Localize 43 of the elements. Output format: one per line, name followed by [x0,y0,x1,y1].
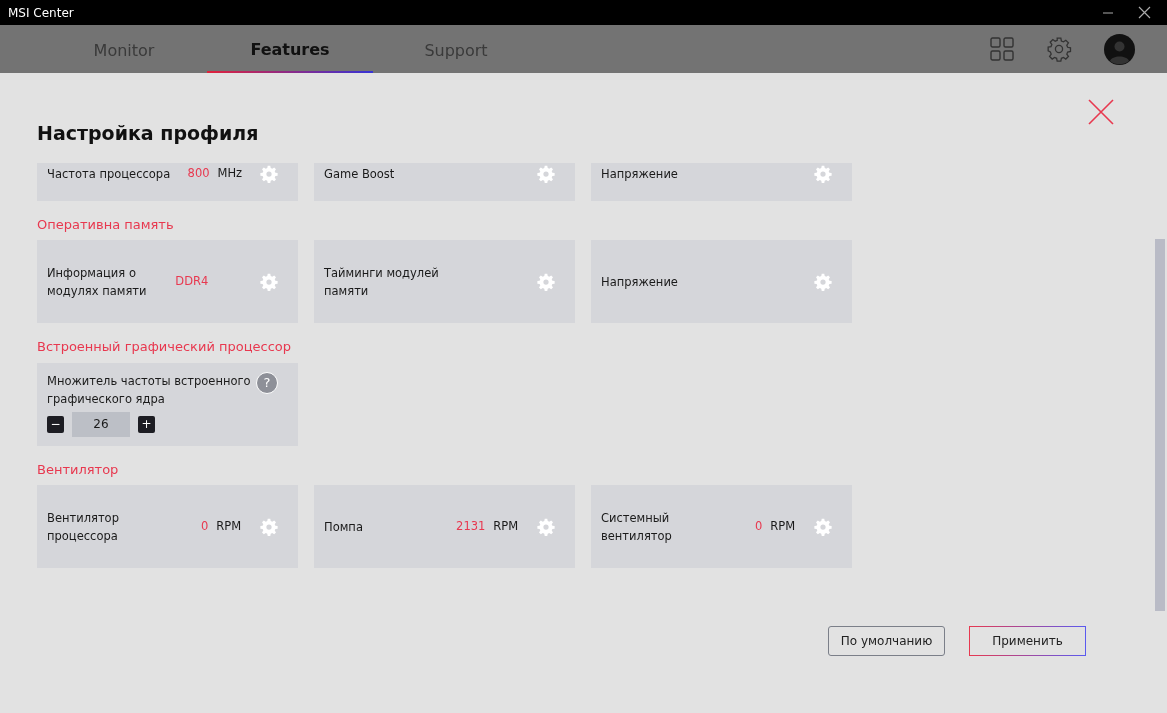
section-heading: Встроенный графический процессор [37,338,293,357]
setting-label: Game Boost [324,165,396,183]
setting-value: DDR4 [174,273,210,291]
window-title: MSI Center [7,4,74,22]
gear-icon[interactable] [814,164,832,183]
gear-icon[interactable] [814,517,832,536]
gear-icon[interactable] [260,272,278,291]
panel-title: Настройка профиля [37,122,259,145]
gear-icon[interactable] [260,517,278,536]
unit-label: MHz [217,164,244,182]
settings-icon[interactable] [1046,36,1072,62]
apply-button[interactable]: Применить [969,626,1086,657]
unit-label: RPM [493,518,520,536]
close-icon[interactable] [1138,6,1151,19]
setting-label: Вентилятор процессора [47,509,120,545]
gear-icon[interactable] [537,272,555,291]
setting-value: 0 [754,518,764,536]
setting-value: 2131 [455,518,487,536]
setting-label: Информация о модулях памяти [47,264,148,300]
tab[interactable]: Features [207,25,373,73]
setting-label: Помпа [324,518,364,536]
setting-label: Частота процессора [47,165,171,183]
gear-icon[interactable] [260,164,278,183]
unit-label: RPM [770,518,797,536]
setting-label: Напряжение [601,273,679,291]
avatar-icon[interactable] [1104,33,1135,65]
value-field[interactable]: 26 [72,411,130,437]
gear-icon[interactable] [814,272,832,291]
setting-label: Системный вентилятор [601,509,673,545]
section-heading: Вентилятор [37,460,120,479]
grid-icon[interactable] [990,37,1014,61]
increment-button[interactable]: + [138,415,155,433]
gear-icon[interactable] [537,164,555,183]
default-button[interactable]: По умолчанию [828,626,945,657]
setting-value: 0 [200,518,210,536]
decrement-button[interactable]: − [47,415,64,433]
gear-icon[interactable] [537,517,555,536]
setting-value: 800 [186,164,211,182]
setting-label: Тайминги модулей памяти [324,264,440,300]
setting-label: Напряжение [601,165,679,183]
unit-label: RPM [216,518,243,536]
setting-label: Множитель частоты встроенного графического ядра [47,372,252,408]
section-heading: Оперативна память [37,215,175,234]
